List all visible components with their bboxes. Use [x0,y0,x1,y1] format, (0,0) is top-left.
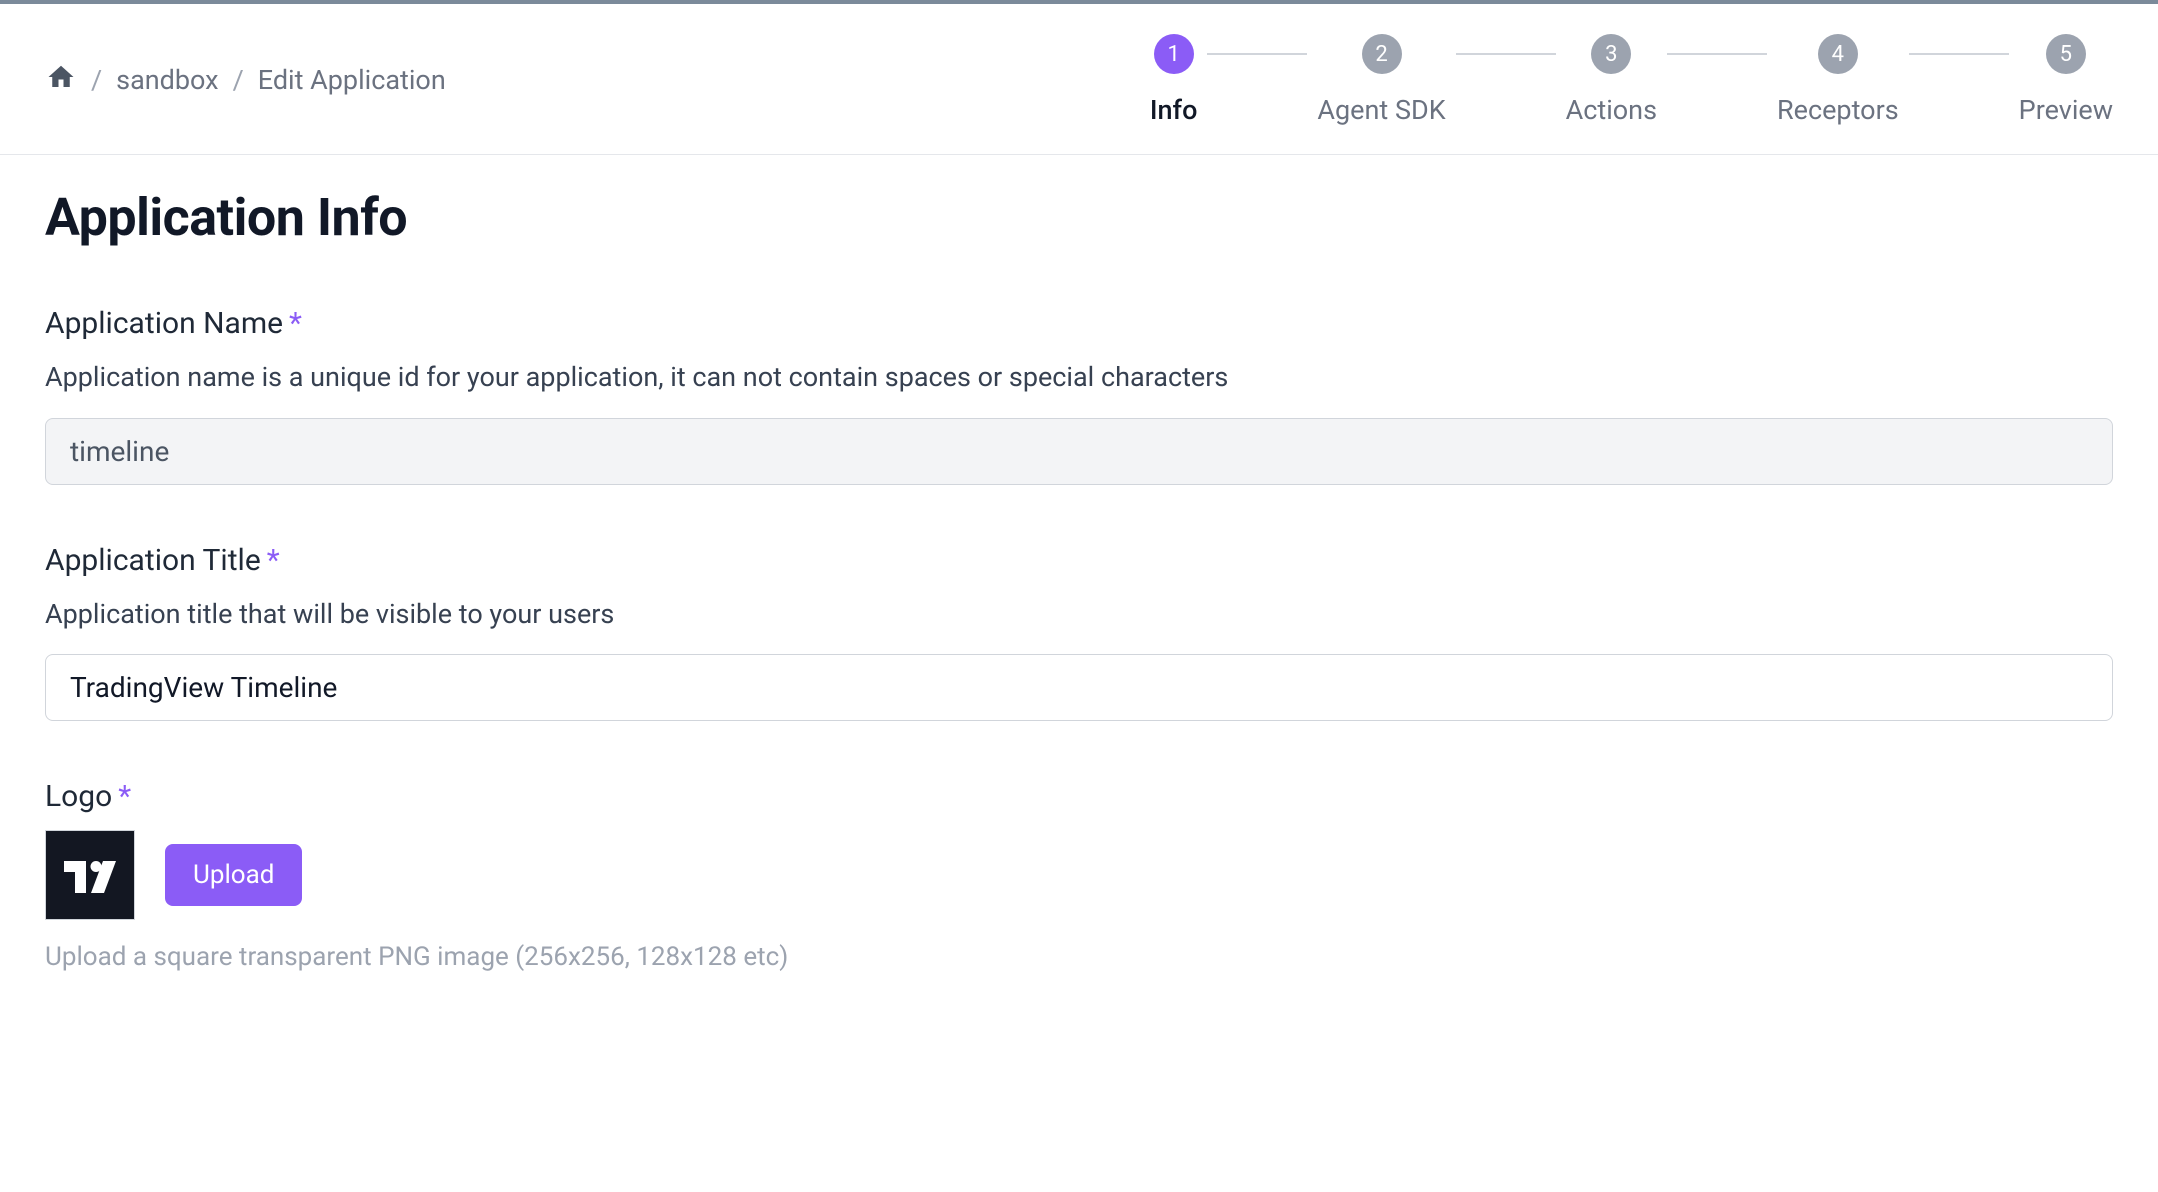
field-label: Application Title * [45,543,2113,578]
step-connector [1207,53,1307,55]
content-area: Application Info Application Name * Appl… [0,155,2158,1070]
page-title: Application Info [45,187,2113,248]
step-number: 1 [1154,34,1194,74]
step-actions[interactable]: 3 Actions [1566,34,1657,126]
stepper: 1 Info 2 Agent SDK 3 Actions 4 Receptors… [1150,34,2113,126]
breadcrumb-separator: / [233,64,244,96]
tradingview-logo-icon [62,855,118,895]
field-label: Application Name * [45,306,2113,341]
step-preview[interactable]: 5 Preview [2019,34,2113,126]
home-icon [45,62,77,92]
step-number: 5 [2046,34,2086,74]
breadcrumb-edit-application[interactable]: Edit Application [258,64,446,96]
required-indicator: * [267,543,280,578]
step-receptors[interactable]: 4 Receptors [1777,34,1899,126]
step-number: 3 [1591,34,1631,74]
step-connector [1667,53,1767,55]
label-text: Logo [45,779,112,814]
field-label: Logo * [45,779,2113,814]
step-number: 2 [1362,34,1402,74]
logo-preview [45,830,135,920]
field-logo: Logo * Upload Upload a square transparen… [45,779,2113,972]
breadcrumb-sandbox[interactable]: sandbox [116,64,218,96]
field-application-name: Application Name * Application name is a… [45,306,2113,485]
step-label: Actions [1566,94,1657,126]
field-help: Application title that will be visible t… [45,594,2113,635]
required-indicator: * [118,779,131,814]
step-label: Receptors [1777,94,1899,126]
step-connector [1456,53,1556,55]
page-header: / sandbox / Edit Application 1 Info 2 Ag… [0,4,2158,155]
breadcrumb-separator: / [91,64,102,96]
step-number: 4 [1818,34,1858,74]
field-help: Application name is a unique id for your… [45,357,2113,398]
breadcrumb: / sandbox / Edit Application [45,62,446,99]
application-title-input[interactable] [45,654,2113,721]
step-info[interactable]: 1 Info [1150,34,1198,126]
step-label: Info [1150,94,1198,126]
required-indicator: * [289,306,302,341]
step-label: Preview [2019,94,2113,126]
step-agent-sdk[interactable]: 2 Agent SDK [1317,34,1445,126]
home-link[interactable] [45,62,77,99]
logo-row: Upload [45,830,2113,920]
logo-help: Upload a square transparent PNG image (2… [45,942,2113,972]
field-application-title: Application Title * Application title th… [45,543,2113,722]
step-label: Agent SDK [1317,94,1445,126]
label-text: Application Title [45,543,261,578]
application-name-input[interactable] [45,418,2113,485]
label-text: Application Name [45,306,283,341]
step-connector [1909,53,2009,55]
upload-button[interactable]: Upload [165,844,302,906]
